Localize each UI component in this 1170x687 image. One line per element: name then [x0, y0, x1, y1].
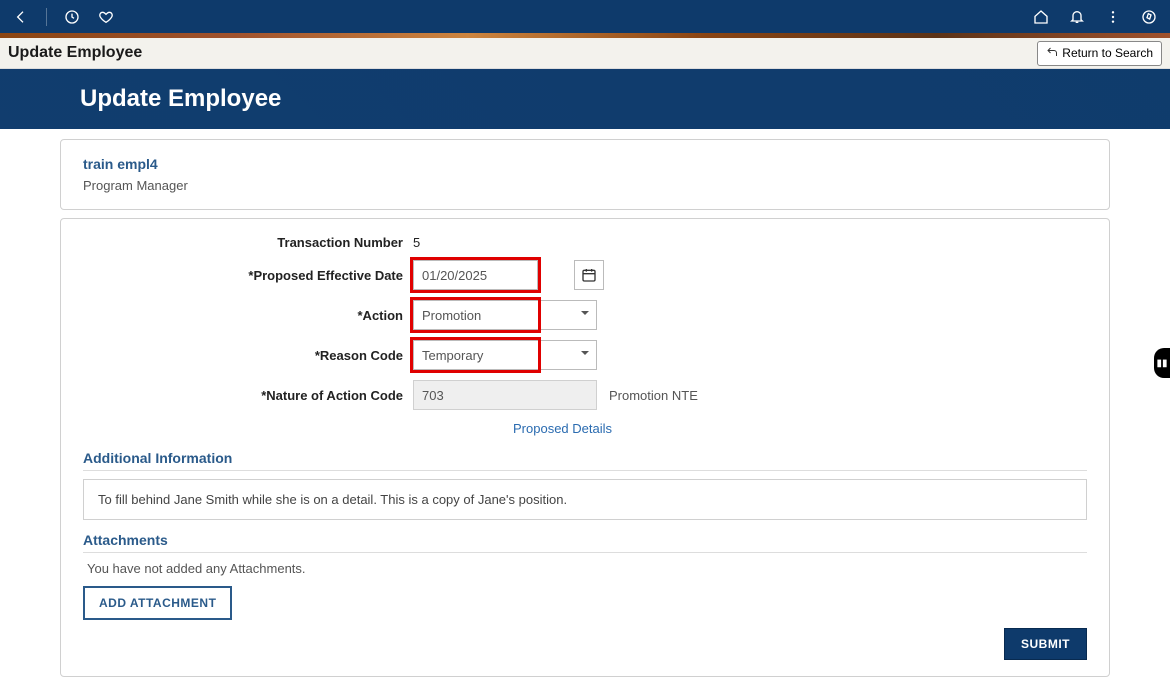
- attachments-heading: Attachments: [83, 532, 1087, 553]
- label-reason-code: *Reason Code: [83, 348, 413, 363]
- row-nature-of-action-code: *Nature of Action Code Promotion NTE: [83, 380, 1087, 410]
- label-action: *Action: [83, 308, 413, 323]
- proposed-details-link[interactable]: Proposed Details: [513, 421, 612, 436]
- label-nature-of-action-code: *Nature of Action Code: [83, 388, 413, 403]
- nature-of-action-side-text: Promotion NTE: [609, 388, 698, 403]
- content-wrap: train empl4 Program Manager Transaction …: [0, 129, 1170, 687]
- row-proposed-details: Proposed Details: [83, 420, 1087, 438]
- action-select[interactable]: Promotion: [413, 300, 597, 330]
- submit-button[interactable]: SUBMIT: [1004, 628, 1087, 660]
- top-nav: [0, 0, 1170, 33]
- home-icon[interactable]: [1032, 8, 1050, 26]
- reason-code-select[interactable]: Temporary: [413, 340, 597, 370]
- hero-title: Update Employee: [80, 85, 281, 113]
- label-transaction-number: Transaction Number: [83, 235, 413, 250]
- form-card: Transaction Number 5 *Proposed Effective…: [60, 218, 1110, 677]
- back-icon[interactable]: [12, 8, 30, 26]
- row-reason-code: *Reason Code Temporary: [83, 340, 1087, 370]
- no-attachments-text: You have not added any Attachments.: [83, 561, 1087, 576]
- side-tab[interactable]: ▮▮: [1154, 348, 1170, 378]
- page-header-bar: Update Employee Return to Search: [0, 38, 1170, 69]
- top-nav-right: [1032, 8, 1158, 26]
- nav-separator: [46, 8, 47, 26]
- pause-icon: ▮▮: [1156, 358, 1167, 369]
- employee-card: train empl4 Program Manager: [60, 139, 1110, 210]
- bell-icon[interactable]: [1068, 8, 1086, 26]
- add-attachment-button[interactable]: ADD ATTACHMENT: [83, 586, 232, 620]
- row-proposed-effective-date: *Proposed Effective Date: [83, 260, 1087, 290]
- employee-name: train empl4: [83, 156, 1087, 172]
- additional-info-heading: Additional Information: [83, 450, 1087, 471]
- additional-info-box: To fill behind Jane Smith while she is o…: [83, 479, 1087, 520]
- hero-banner: Update Employee: [0, 69, 1170, 129]
- calendar-button[interactable]: [574, 260, 604, 290]
- heart-icon[interactable]: [97, 8, 115, 26]
- clock-icon[interactable]: [63, 8, 81, 26]
- compass-icon[interactable]: [1140, 8, 1158, 26]
- return-to-search-button[interactable]: Return to Search: [1037, 41, 1162, 66]
- footer-row: SUBMIT: [83, 628, 1087, 660]
- return-to-search-label: Return to Search: [1062, 46, 1153, 60]
- row-transaction-number: Transaction Number 5: [83, 235, 1087, 250]
- top-nav-left: [12, 8, 115, 26]
- proposed-effective-date-input[interactable]: [413, 260, 538, 290]
- kebab-menu-icon[interactable]: [1104, 8, 1122, 26]
- label-proposed-effective-date: *Proposed Effective Date: [83, 268, 413, 283]
- return-arrow-icon: [1046, 46, 1058, 61]
- page-header-title: Update Employee: [8, 44, 142, 62]
- calendar-icon: [581, 267, 597, 283]
- employee-role: Program Manager: [83, 178, 1087, 193]
- row-action: *Action Promotion: [83, 300, 1087, 330]
- nature-of-action-code-input: [413, 380, 597, 410]
- additional-info-text: To fill behind Jane Smith while she is o…: [98, 492, 567, 507]
- value-transaction-number: 5: [413, 235, 420, 250]
